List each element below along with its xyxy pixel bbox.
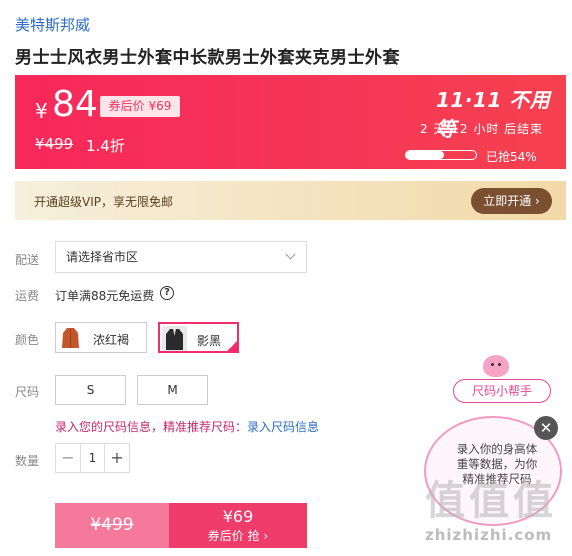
color-option-black[interactable]: 影黑 ✓ (158, 322, 239, 353)
mascot-icon (483, 355, 509, 377)
buy-action-label: 券后价 抢 › (207, 529, 269, 543)
discount-label: 1.4折 (86, 137, 125, 155)
help-icon[interactable]: ? (160, 286, 174, 300)
sold-progress-bar (405, 150, 477, 160)
current-price: 84 (52, 84, 98, 125)
watermark-domain: zhizhizhi.com (425, 526, 553, 544)
size-option-s[interactable]: S (55, 375, 126, 405)
buy-with-coupon-button[interactable]: ¥69 券后价 抢 › (169, 503, 307, 548)
sold-percent-label: 已抢54% (486, 150, 537, 164)
color-label: 颜色 (15, 333, 40, 347)
countdown-timer: 2 天 12 小时 后结束 (420, 122, 544, 136)
mascot-eye (491, 363, 494, 366)
coat-thumbnail-icon (62, 328, 79, 348)
mascot-eye (498, 363, 501, 366)
coupon-price-tag: 券后价 ¥69 (100, 96, 180, 117)
product-title: 男士士风衣男士外套中长款男士外套夹克男士外套 (15, 48, 400, 68)
size-input-link[interactable]: 录入尺码信息 (247, 420, 319, 434)
coupon-price: ¥69 (222, 507, 254, 526)
check-icon: ✓ (229, 341, 236, 350)
color-option-label: 浓红褐 (93, 333, 130, 347)
vip-text: 开通超级VIP，享无限免邮 (34, 195, 173, 209)
region-select[interactable]: 请选择省市区 (55, 241, 307, 273)
delivery-label: 配送 (15, 253, 40, 267)
size-label: 尺码 (15, 385, 40, 399)
sold-progress-fill (406, 151, 444, 159)
quantity-minus-button[interactable]: − (56, 444, 80, 472)
size-helper-text: 录入你的身高体重等数据，为你精准推荐尺码 (456, 442, 538, 486)
close-icon[interactable]: ✕ (534, 416, 558, 440)
quantity-plus-button[interactable]: + (105, 444, 129, 472)
color-option-brown[interactable]: 浓红褐 (55, 322, 147, 353)
size-option-m[interactable]: M (137, 375, 208, 405)
currency-symbol: ¥ (35, 99, 48, 123)
size-helper-tag[interactable]: 尺码小帮手 (453, 379, 551, 403)
coat-thumbnail-icon (162, 326, 187, 351)
region-select-placeholder: 请选择省市区 (66, 250, 139, 264)
color-option-label: 影黑 (197, 334, 222, 348)
brand-link[interactable]: 美特斯邦威 (15, 14, 90, 35)
quantity-input[interactable]: 1 (80, 444, 105, 472)
original-price-button[interactable]: ¥499 (55, 503, 169, 548)
vip-banner: 开通超级VIP，享无限免邮 立即开通 › (15, 181, 566, 220)
size-hint-text: 录入您的尺码信息，精准推荐尺码： (55, 420, 248, 434)
size-hint: 录入您的尺码信息，精准推荐尺码：录入尺码信息 (55, 418, 319, 435)
original-price: ¥499 (35, 135, 74, 153)
shipping-text: 订单满88元免运费 (55, 289, 155, 303)
chevron-down-icon (285, 249, 296, 260)
price-banner: ¥ 84 券后价 ¥69 ¥499 1.4折 11·11 不用等 2 天 12 … (15, 75, 566, 169)
vip-open-button[interactable]: 立即开通 › (471, 188, 552, 214)
quantity-stepper: − 1 + (55, 443, 130, 473)
quantity-label: 数量 (15, 454, 40, 468)
shipping-label: 运费 (15, 289, 40, 303)
